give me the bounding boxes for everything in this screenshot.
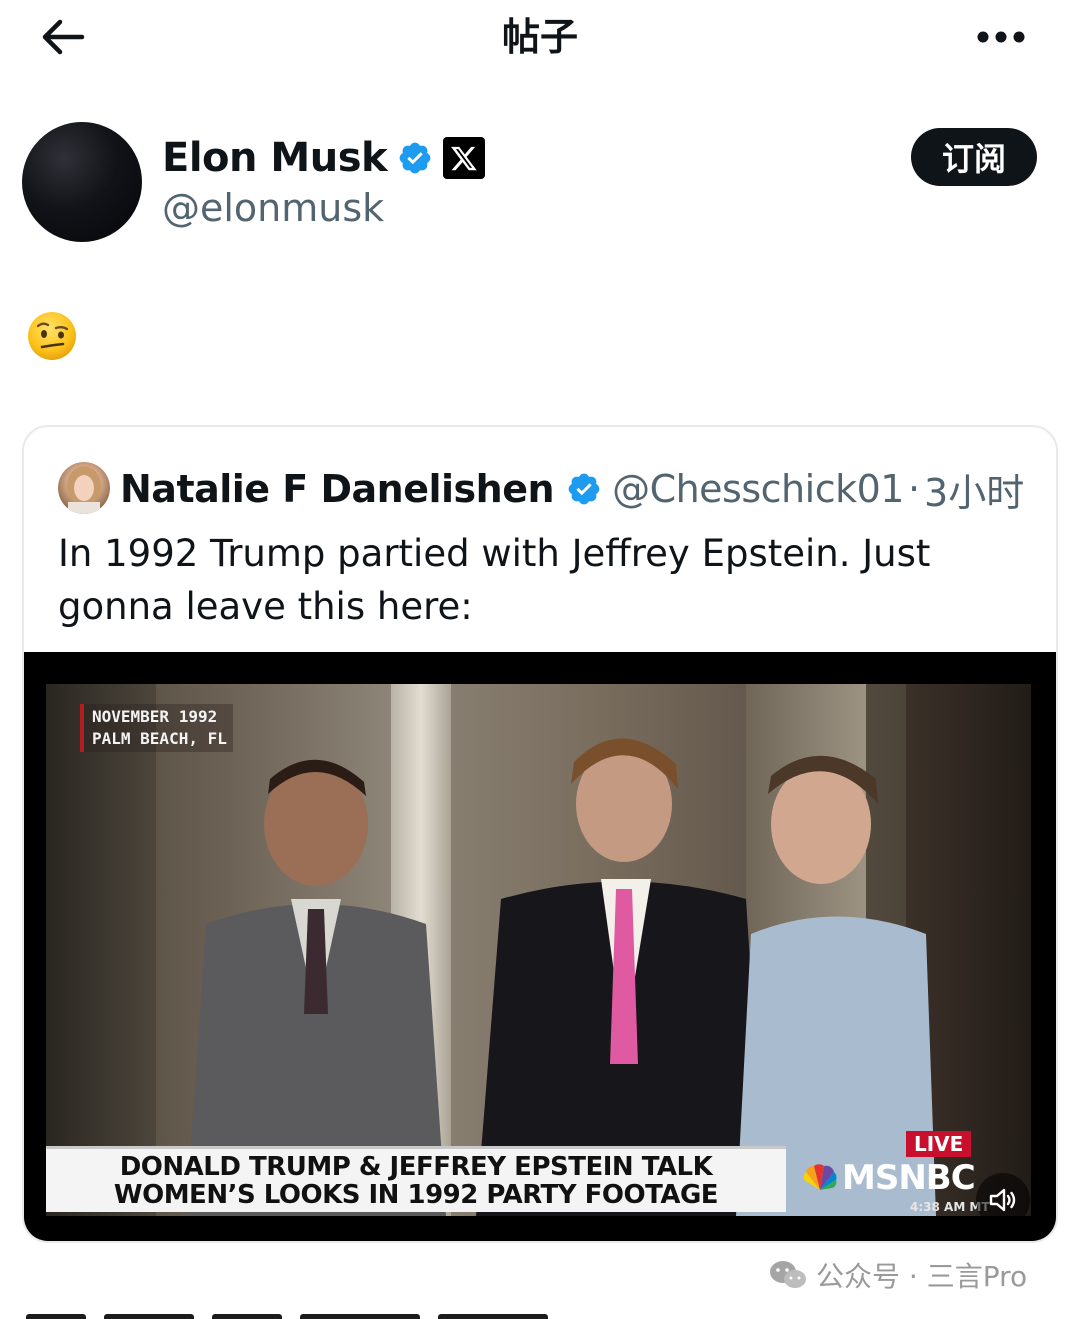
wechat-icon: [770, 1261, 806, 1288]
volume-button[interactable]: [976, 1173, 1030, 1227]
headline-line2: WOMEN’S LOOKS IN 1992 PARTY FOOTAGE: [113, 1179, 719, 1210]
volume-icon: [989, 1188, 1016, 1212]
separator-dot: ·: [907, 467, 921, 511]
watermark-text: 公众号 · 三言Pro: [816, 1260, 1028, 1293]
news-headline-banner: DONALD TRUMP & JEFFREY EPSTEIN TALK WOME…: [46, 1146, 786, 1212]
video-date-tag: NOVEMBER 1992 PALM BEACH, FL: [80, 704, 233, 752]
watermark: 公众号 · 三言Pro: [768, 1255, 1027, 1295]
date-tag-line2: PALM BEACH, FL: [92, 729, 227, 748]
quoted-post-header: Natalie F Danelishen @Chesschick01 · 3小时: [120, 462, 1024, 516]
more-options-button[interactable]: [966, 14, 1036, 60]
more-horizontal-icon: [977, 31, 1025, 43]
author-handle: @elonmusk: [162, 186, 385, 230]
quoted-author-handle: @Chesschick01: [612, 467, 904, 511]
video-frame: NOVEMBER 1992 PALM BEACH, FL DONALD TRUM…: [46, 684, 1031, 1216]
quoted-post-card[interactable]: Natalie F Danelishen @Chesschick01 · 3小时…: [22, 425, 1058, 1243]
quoted-post-text: In 1992 Trump partied with Jeffrey Epste…: [58, 532, 931, 628]
network-logo: MSNBC: [802, 1158, 976, 1198]
post-meta-row-cropped: [26, 1306, 626, 1319]
quoted-author-avatar[interactable]: [58, 462, 110, 514]
post-time: 3小时: [924, 470, 1025, 515]
live-badge: LIVE: [906, 1131, 972, 1157]
author-name[interactable]: Elon Musk: [162, 135, 388, 181]
author-name-row: Elon Musk: [162, 132, 486, 184]
verified-badge-icon: [568, 473, 600, 505]
top-bar: 帖子: [0, 0, 1080, 80]
headline-line1: DONALD TRUMP & JEFFREY EPSTEIN TALK: [119, 1151, 713, 1182]
peacock-icon: [803, 1164, 837, 1190]
page-title: 帖子: [501, 15, 578, 59]
raised-eyebrow-face-emoji: [28, 312, 76, 360]
x-logo-icon: [443, 137, 486, 179]
portrait-image: [67, 466, 101, 514]
network-name: MSNBC: [842, 1158, 976, 1198]
author-avatar[interactable]: [22, 122, 142, 242]
subscribe-button[interactable]: 订阅: [911, 128, 1037, 186]
video-player[interactable]: NOVEMBER 1992 PALM BEACH, FL DONALD TRUM…: [24, 652, 1056, 1241]
date-tag-line1: NOVEMBER 1992: [92, 707, 218, 726]
video-scene: [186, 738, 936, 1216]
verified-badge-icon: [399, 142, 431, 174]
quoted-author-name[interactable]: Natalie F Danelishen: [120, 467, 555, 511]
